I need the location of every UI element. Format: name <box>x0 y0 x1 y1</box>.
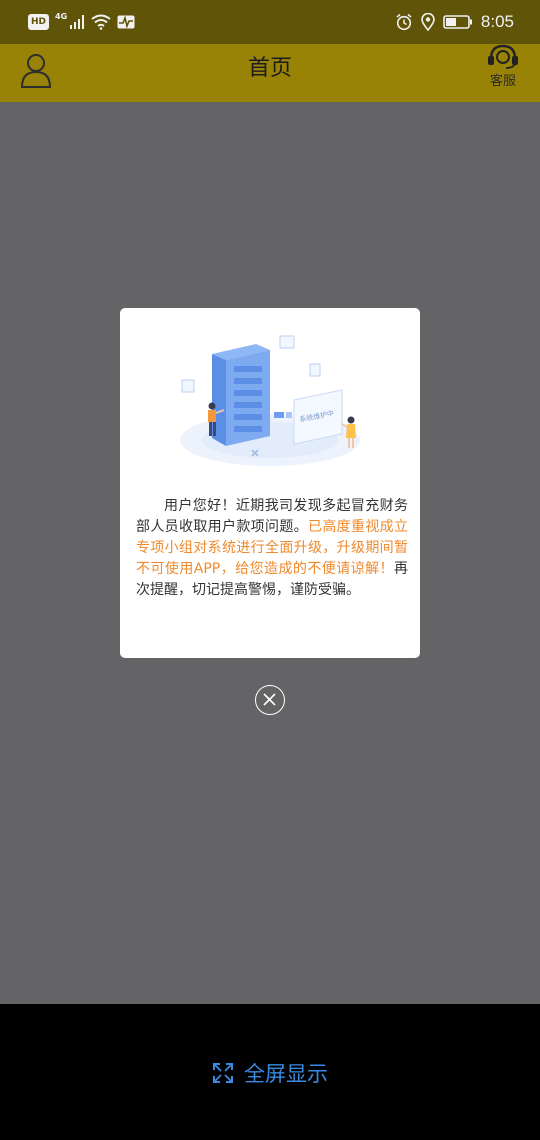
fullscreen-label: 全屏显示 <box>244 1062 328 1086</box>
customer-service-button[interactable]: 客服 <box>486 44 520 94</box>
headset-icon <box>488 44 518 69</box>
activity-icon <box>117 15 135 29</box>
maintenance-notice-dialog: 系统维护中 用户您好！近期我司发现多起冒充财务部人员收取用户款项问题。已高度重视… <box>120 308 420 658</box>
status-right-icons: 8:05 <box>395 10 514 34</box>
server-maintenance-illustration: 系统维护中 <box>180 335 360 466</box>
alarm-icon <box>396 13 412 31</box>
location-icon <box>421 13 435 31</box>
expand-icon <box>213 1063 233 1083</box>
signal-icon <box>70 15 85 29</box>
status-bar: HD 4G 8:05 <box>0 0 540 44</box>
fullscreen-button[interactable]: 全屏显示 <box>0 1056 540 1090</box>
wifi-icon <box>91 14 111 30</box>
network-type: 4G <box>55 11 68 21</box>
bottom-bar: 全屏显示 <box>0 1004 540 1140</box>
page-title: 首页 <box>247 56 292 81</box>
app-header: 首页 客服 <box>0 44 540 102</box>
status-left-icons: HD 4G <box>28 10 135 34</box>
close-icon <box>263 693 276 706</box>
battery-icon <box>443 15 472 29</box>
clock: 8:05 <box>480 12 514 31</box>
close-dialog-button[interactable] <box>255 685 285 715</box>
notice-text: 用户您好！近期我司发现多起冒充财务部人员收取用户款项问题。已高度重视成立专项小组… <box>136 496 408 601</box>
customer-service-label: 客服 <box>489 74 516 89</box>
hd-icon: HD <box>28 14 50 30</box>
